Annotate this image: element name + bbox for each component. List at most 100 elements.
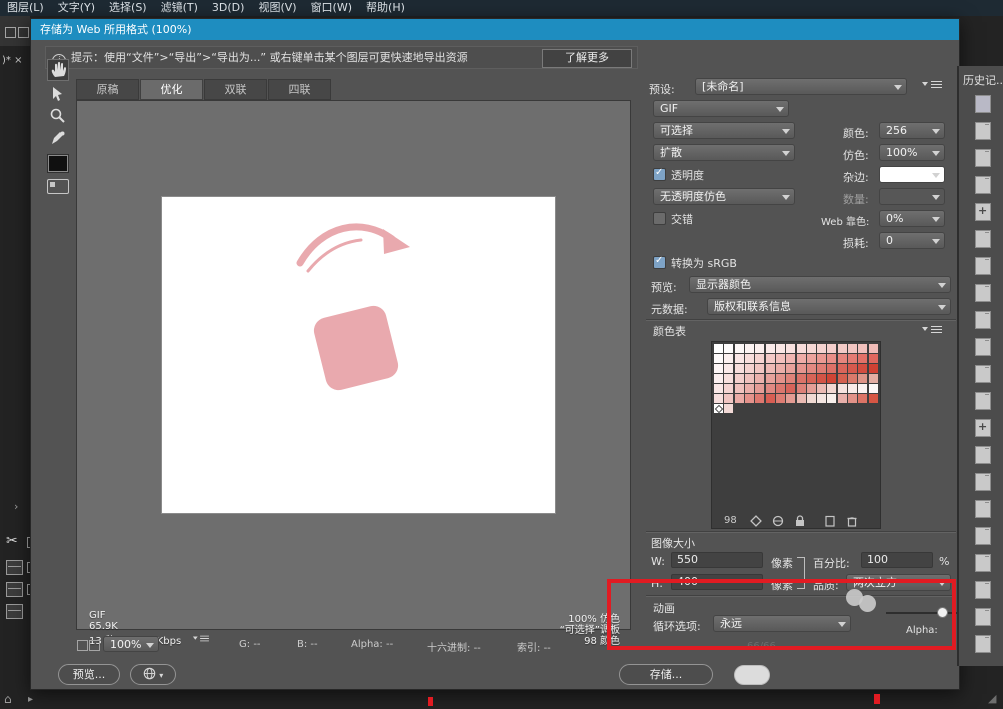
color-swatch[interactable] <box>807 354 816 363</box>
menu-item-type[interactable]: 文字(Y) <box>51 0 102 16</box>
color-swatch[interactable] <box>817 364 826 373</box>
tab-optimized[interactable]: 优化 <box>140 79 203 100</box>
color-swatch[interactable] <box>817 374 826 383</box>
lossy-select[interactable]: 0 <box>879 232 945 249</box>
menu-item-window[interactable]: 窗口(W) <box>304 0 359 16</box>
color-swatch[interactable] <box>755 384 764 393</box>
color-swatch[interactable] <box>766 364 775 373</box>
color-swatch[interactable] <box>776 374 785 383</box>
panel-icon[interactable] <box>6 604 23 619</box>
color-swatch[interactable] <box>735 364 744 373</box>
history-state-doc-icon[interactable] <box>975 527 991 545</box>
menu-item-3d[interactable]: 3D(D) <box>205 0 252 16</box>
color-swatch[interactable] <box>724 394 733 403</box>
color-swatch[interactable] <box>848 354 857 363</box>
color-swatch[interactable] <box>817 344 826 353</box>
color-swatch[interactable] <box>817 384 826 393</box>
color-swatch[interactable] <box>776 344 785 353</box>
color-swatch[interactable] <box>869 374 878 383</box>
color-swatch[interactable] <box>848 394 857 403</box>
map-transparency-icon[interactable] <box>749 513 765 529</box>
color-swatch[interactable] <box>745 354 754 363</box>
zoom-tool-button[interactable] <box>47 105 69 127</box>
history-state-doc-icon[interactable] <box>975 473 991 491</box>
color-swatch[interactable] <box>724 404 733 413</box>
color-swatch[interactable] <box>827 364 836 373</box>
color-swatch[interactable] <box>735 354 744 363</box>
color-swatch[interactable] <box>797 344 806 353</box>
color-swatch[interactable] <box>714 344 723 353</box>
color-swatch[interactable] <box>869 394 878 403</box>
color-swatch[interactable] <box>827 344 836 353</box>
history-state-doc-icon[interactable] <box>975 365 991 383</box>
color-swatch[interactable] <box>827 374 836 383</box>
toggle-slices-visibility-button[interactable] <box>47 179 69 194</box>
history-state-brush-icon[interactable] <box>975 95 991 113</box>
browser-select-button[interactable]: ▾ <box>130 664 176 685</box>
menu-item-select[interactable]: 选择(S) <box>102 0 154 16</box>
new-color-icon[interactable] <box>823 513 839 529</box>
color-swatch[interactable] <box>786 344 795 353</box>
color-swatch[interactable] <box>786 354 795 363</box>
color-swatch[interactable] <box>858 384 867 393</box>
preset-panel-menu-icon[interactable] <box>931 81 942 88</box>
percent-input[interactable]: 100 <box>861 552 933 568</box>
color-swatch[interactable] <box>786 364 795 373</box>
color-swatch[interactable] <box>745 394 754 403</box>
hand-tool-button[interactable] <box>47 59 69 81</box>
resize-grip[interactable]: ◢ <box>988 692 996 705</box>
color-swatch[interactable] <box>858 364 867 373</box>
color-swatch[interactable] <box>786 374 795 383</box>
history-state-doc-icon[interactable] <box>975 446 991 464</box>
color-swatch[interactable] <box>827 354 836 363</box>
history-state-doc-icon[interactable] <box>975 581 991 599</box>
color-swatch[interactable] <box>755 364 764 373</box>
color-swatch[interactable] <box>797 354 806 363</box>
color-reduction-select[interactable]: 可选择 <box>653 122 795 139</box>
color-swatch[interactable] <box>755 354 764 363</box>
history-state-doc-icon[interactable] <box>975 284 991 302</box>
color-swatch[interactable] <box>807 374 816 383</box>
color-swatch[interactable] <box>724 354 733 363</box>
menu-item-help[interactable]: 帮助(H) <box>359 0 412 16</box>
history-state-doc-icon[interactable] <box>975 176 991 194</box>
history-state-doc-icon[interactable] <box>975 635 991 653</box>
color-swatch[interactable] <box>714 354 723 363</box>
color-swatch[interactable] <box>755 374 764 383</box>
delete-color-icon[interactable] <box>845 513 861 529</box>
play-icon[interactable]: ▸ <box>28 694 33 705</box>
history-state-doc-icon[interactable] <box>975 608 991 626</box>
color-swatch[interactable] <box>724 384 733 393</box>
fill-color-swatch[interactable] <box>48 155 68 172</box>
color-swatch[interactable] <box>858 344 867 353</box>
color-swatch[interactable] <box>869 364 878 373</box>
color-swatch[interactable] <box>817 354 826 363</box>
color-swatch[interactable] <box>745 374 754 383</box>
color-swatch[interactable] <box>735 344 744 353</box>
color-swatch[interactable] <box>838 344 847 353</box>
width-input[interactable]: 550 <box>671 552 763 568</box>
preview-color-select[interactable]: 显示器颜色 <box>689 276 951 293</box>
color-swatch[interactable] <box>869 344 878 353</box>
color-swatch[interactable] <box>786 384 795 393</box>
learn-more-button[interactable]: 了解更多 <box>542 49 632 68</box>
history-state-move-icon[interactable] <box>975 203 991 221</box>
color-swatch[interactable] <box>735 394 744 403</box>
format-select[interactable]: GIF <box>653 100 789 117</box>
color-swatch[interactable] <box>755 394 764 403</box>
color-swatch[interactable] <box>858 354 867 363</box>
color-swatch[interactable] <box>858 374 867 383</box>
menu-item-layer[interactable]: 图层(L) <box>0 0 51 16</box>
color-swatch[interactable] <box>848 374 857 383</box>
color-swatch[interactable] <box>766 384 775 393</box>
color-swatch[interactable] <box>869 354 878 363</box>
color-swatch[interactable] <box>766 374 775 383</box>
web-shift-icon[interactable] <box>771 513 787 529</box>
color-swatch[interactable] <box>714 364 723 373</box>
color-swatch[interactable] <box>766 344 775 353</box>
eyedropper-tool-button[interactable] <box>47 127 69 149</box>
color-swatch[interactable] <box>797 374 806 383</box>
history-state-doc-icon[interactable] <box>975 311 991 329</box>
dialog-titlebar[interactable]: 存储为 Web 所用格式 (100%) <box>31 19 959 40</box>
color-swatch[interactable] <box>724 374 733 383</box>
